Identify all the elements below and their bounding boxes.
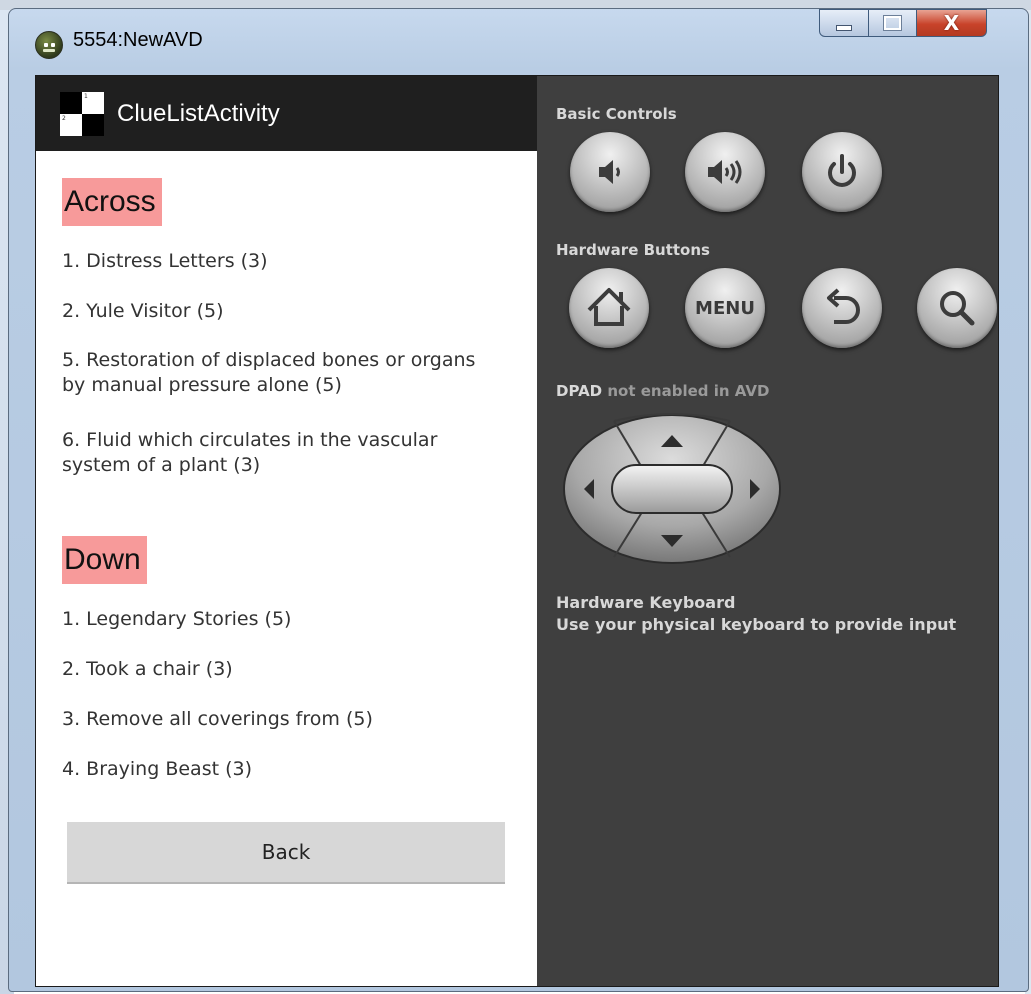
basic-controls-heading: Basic Controls	[556, 105, 677, 123]
maximize-icon	[883, 15, 902, 31]
close-icon: X	[943, 11, 960, 35]
volume-up-button[interactable]	[685, 132, 765, 212]
power-icon	[828, 154, 856, 187]
activity-title: ClueListActivity	[117, 100, 280, 127]
android-icon	[35, 31, 63, 59]
minimize-icon	[836, 25, 852, 31]
across-clue-2[interactable]: 2. Yule Visitor (5)	[62, 299, 502, 324]
hardware-buttons-heading: Hardware Buttons	[556, 241, 710, 259]
device-screen[interactable]: 1 2 ClueListActivity Across 1. Distress …	[36, 76, 537, 986]
menu-label: MENU	[695, 297, 755, 319]
down-clue-1[interactable]: 1. Legendary Stories (5)	[62, 607, 502, 632]
window-title: 5554:NewAVD	[73, 29, 203, 51]
title-bar[interactable]: 5554:NewAVD X	[9, 9, 1028, 77]
dpad-label: DPAD	[556, 382, 603, 400]
emulator-controls-panel: Basic Controls Hardware Buttons MENU DPA…	[537, 76, 998, 986]
search-icon	[940, 291, 975, 326]
back-arrow-icon	[827, 288, 860, 324]
emulator-window: 5554:NewAVD X 1 2 ClueListActivity Acros…	[8, 8, 1029, 992]
across-heading: Across	[62, 178, 162, 226]
power-button[interactable]	[802, 132, 882, 212]
dpad-disabled-text: not enabled in AVD	[602, 382, 770, 400]
close-button[interactable]: X	[917, 9, 987, 37]
dpad-graphic	[563, 413, 781, 564]
search-button[interactable]	[917, 268, 997, 348]
action-bar: 1 2 ClueListActivity	[36, 76, 537, 151]
back-hardware-button[interactable]	[802, 268, 882, 348]
keyboard-heading: Hardware Keyboard	[556, 593, 736, 612]
volume-up-icon	[708, 160, 742, 184]
menu-button[interactable]: MENU	[685, 268, 765, 348]
dpad-status: DPAD not enabled in AVD	[556, 382, 769, 400]
back-button[interactable]: Back	[67, 822, 505, 884]
across-clue-1[interactable]: 1. Distress Letters (3)	[62, 249, 502, 274]
volume-down-icon	[599, 160, 620, 184]
emulator-client-area: 1 2 ClueListActivity Across 1. Distress …	[35, 75, 999, 987]
across-clue-6[interactable]: 6. Fluid which circulates in the vascula…	[62, 428, 502, 478]
home-icon	[587, 288, 631, 326]
keyboard-description: Use your physical keyboard to provide in…	[556, 615, 957, 634]
maximize-button[interactable]	[869, 9, 917, 37]
across-clue-5[interactable]: 5. Restoration of displaced bones or org…	[62, 348, 502, 398]
down-clue-3[interactable]: 3. Remove all coverings from (5)	[62, 707, 502, 732]
down-clue-4[interactable]: 4. Braying Beast (3)	[62, 757, 502, 782]
crossword-app-icon: 1 2	[60, 92, 104, 136]
down-clue-2[interactable]: 2. Took a chair (3)	[62, 657, 502, 682]
down-heading: Down	[62, 536, 147, 584]
minimize-button[interactable]	[819, 9, 869, 37]
home-button[interactable]	[569, 268, 649, 348]
dpad-control[interactable]	[562, 413, 782, 565]
volume-down-button[interactable]	[570, 132, 650, 212]
